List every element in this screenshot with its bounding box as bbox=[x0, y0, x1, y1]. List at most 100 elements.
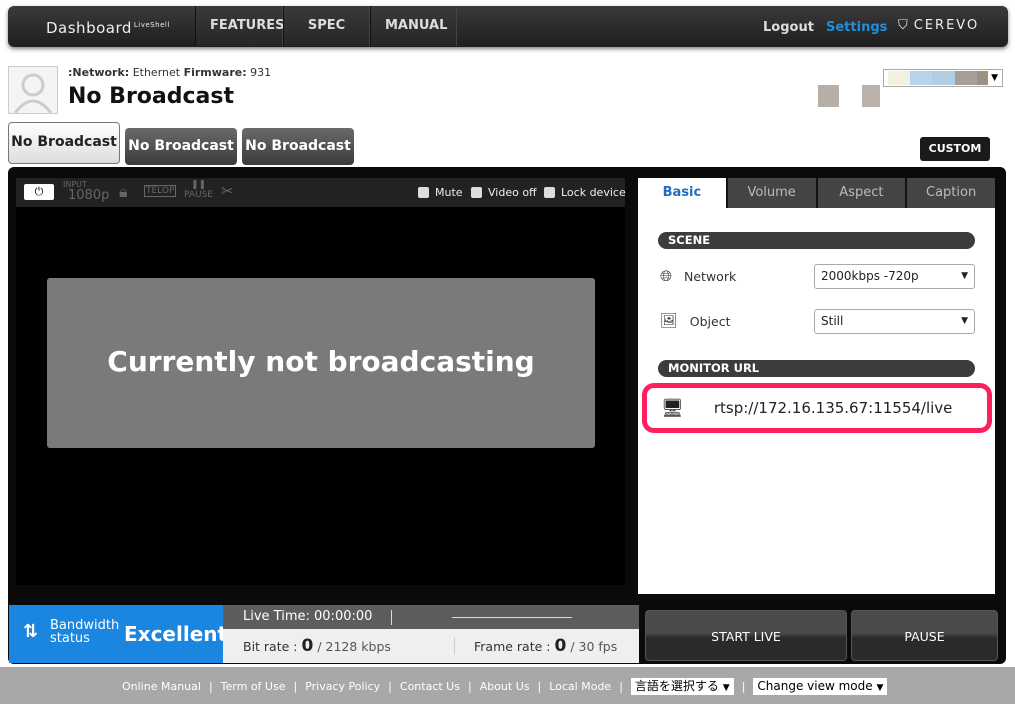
bandwidth-status: ⇅ Bandwidth status Excellent bbox=[9, 605, 227, 663]
object-row: 🖼︎ Object bbox=[660, 313, 731, 329]
rate-row: Bit rate : 0 / 2128 kbps Frame rate : 0 … bbox=[223, 629, 639, 663]
network-row: 🌐︎ Network bbox=[660, 267, 736, 285]
firmware-label: Firmware: bbox=[183, 66, 247, 79]
top-bar: Dashboard LiveShell FEATURES SPEC MANUAL … bbox=[8, 6, 1008, 47]
pixel-block bbox=[818, 85, 839, 107]
account-select[interactable]: ▼ bbox=[883, 69, 1003, 87]
device-meta: :Network: Ethernet Firmware: 931 bbox=[68, 66, 271, 79]
bandwidth-label: Bandwidth status bbox=[50, 619, 119, 645]
framerate: 0 bbox=[554, 636, 567, 656]
footer-link-about[interactable]: About Us bbox=[480, 680, 530, 693]
video-off-checkbox[interactable]: Video off bbox=[471, 186, 537, 199]
monitor-url[interactable]: rtsp://172.16.135.67:11554/live bbox=[714, 399, 953, 417]
object-select[interactable]: Still ▼ bbox=[814, 309, 975, 334]
page-title: No Broadcast bbox=[68, 84, 235, 109]
tab-volume[interactable]: Volume bbox=[725, 178, 816, 208]
tab-aspect[interactable]: Aspect bbox=[815, 178, 906, 208]
separator: | bbox=[293, 680, 298, 693]
logout-link[interactable]: Logout bbox=[763, 20, 814, 35]
footer: Online Manual | Term of Use | Privacy Poli… bbox=[0, 667, 1015, 704]
language-select[interactable]: 言語を選択する ▼ bbox=[630, 678, 734, 695]
globe-icon: 🌐︎ bbox=[660, 267, 673, 285]
footer-link-terms[interactable]: Term of Use bbox=[221, 680, 286, 693]
checkbox[interactable] bbox=[418, 187, 429, 198]
brand[interactable]: Dashboard LiveShell bbox=[46, 19, 170, 37]
live-time-label: Live Time: bbox=[243, 609, 310, 624]
bitrate-label: Bit rate : bbox=[243, 639, 298, 654]
chevron-down-icon: ▼ bbox=[961, 316, 968, 326]
bandwidth-label-line2: status bbox=[50, 631, 90, 646]
lock-device-checkbox[interactable]: Lock device bbox=[544, 186, 626, 199]
brand-sup: LiveShell bbox=[133, 21, 170, 29]
channel-button-3[interactable]: No Broadcast bbox=[242, 128, 354, 165]
input-value: 1080p bbox=[68, 188, 110, 203]
avatar bbox=[8, 66, 58, 114]
framerate-label: Frame rate : bbox=[474, 639, 551, 654]
monitor-icon: 🖥︎ bbox=[661, 397, 684, 419]
separator: | bbox=[537, 680, 542, 693]
power-plug-icon: ⏻ bbox=[24, 184, 54, 200]
tab-caption[interactable]: Caption bbox=[905, 178, 995, 208]
view-mode-value: Change view mode bbox=[757, 679, 873, 693]
footer-link-contact[interactable]: Contact Us bbox=[400, 680, 460, 693]
footer-link-local-mode[interactable]: Local Mode bbox=[549, 680, 611, 693]
framerate-group: Frame rate : 0 / 30 fps bbox=[474, 629, 617, 664]
arrows-updown-icon: ⇅ bbox=[23, 621, 39, 642]
nav-manual[interactable]: MANUAL bbox=[370, 6, 457, 46]
live-time: 00:00:00 bbox=[314, 609, 373, 624]
scene-header: SCENE bbox=[658, 232, 975, 249]
cerevo-logo[interactable]: ⛉ CEREVO bbox=[898, 18, 979, 33]
channel-button-2[interactable]: No Broadcast bbox=[125, 128, 237, 165]
network-value: Ethernet bbox=[132, 66, 181, 79]
chevron-down-icon: ▼ bbox=[961, 271, 968, 281]
channel-button-1[interactable]: No Broadcast bbox=[8, 122, 120, 164]
firmware-value: 931 bbox=[250, 66, 272, 79]
logo-text: CEREVO bbox=[913, 18, 980, 33]
checkbox[interactable] bbox=[471, 187, 482, 198]
monitor-url-box[interactable]: 🖥︎ rtsp://172.16.135.67:11554/live bbox=[642, 383, 992, 433]
separator: | bbox=[208, 680, 213, 693]
pause-icon: ❚❚ PAUSE bbox=[184, 180, 213, 200]
view-mode-select[interactable]: Change view mode ▼ bbox=[753, 678, 888, 695]
object-label: Object bbox=[689, 313, 731, 329]
network-select-value: 2000kbps -720p bbox=[821, 269, 919, 283]
video-off-label: Video off bbox=[488, 186, 537, 199]
separator: | bbox=[619, 680, 623, 693]
pixel-block bbox=[862, 85, 880, 107]
custom-button[interactable]: CUSTOM bbox=[920, 137, 990, 161]
network-select[interactable]: 2000kbps -720p ▼ bbox=[814, 264, 975, 289]
nav-features[interactable]: FEATURES bbox=[195, 6, 285, 46]
checkbox[interactable] bbox=[544, 187, 555, 198]
separator: | bbox=[467, 680, 472, 693]
language-value: 言語を選択する bbox=[634, 679, 719, 693]
monitor-url-header: MONITOR URL bbox=[658, 360, 975, 377]
chevron-down-icon: ▼ bbox=[876, 683, 884, 693]
progress-line bbox=[452, 617, 572, 618]
pause-button[interactable]: PAUSE bbox=[851, 610, 998, 661]
start-live-button[interactable]: START LIVE bbox=[645, 610, 847, 661]
settings-panel: Basic Volume Aspect Caption SCENE 🌐︎ Netw… bbox=[638, 178, 995, 594]
divider bbox=[391, 610, 392, 625]
broadcast-status: Currently not broadcasting bbox=[47, 278, 595, 448]
network-label: :Network: bbox=[68, 66, 130, 79]
separator: | bbox=[388, 680, 392, 693]
settings-tabs: Basic Volume Aspect Caption bbox=[638, 178, 995, 208]
image-icon: 🖼︎ bbox=[660, 313, 678, 329]
footer-links: Online Manual | Term of Use | Privacy Poli… bbox=[122, 678, 888, 695]
mute-label: Mute bbox=[435, 186, 463, 199]
chevron-down-icon: ▼ bbox=[722, 683, 730, 693]
stream-stats: Live Time: 00:00:00 Bit rate : 0 / 2128 … bbox=[223, 605, 639, 663]
bitrate-max: / 2128 kbps bbox=[317, 639, 391, 654]
telop-icon: TELOP bbox=[144, 185, 177, 197]
footer-link-online-manual[interactable]: Online Manual bbox=[122, 680, 201, 693]
footer-link-privacy[interactable]: Privacy Policy bbox=[305, 680, 380, 693]
network-label: Network bbox=[684, 268, 737, 284]
chevron-down-icon: ▼ bbox=[991, 73, 998, 83]
nav-spec[interactable]: SPEC bbox=[283, 6, 370, 46]
settings-link[interactable]: Settings bbox=[826, 20, 887, 35]
mute-checkbox[interactable]: Mute bbox=[418, 186, 463, 199]
crop-icon: ✂ bbox=[221, 182, 234, 200]
lock-device-label: Lock device bbox=[561, 186, 626, 199]
tab-basic[interactable]: Basic bbox=[638, 178, 726, 208]
separator: | bbox=[741, 680, 746, 693]
